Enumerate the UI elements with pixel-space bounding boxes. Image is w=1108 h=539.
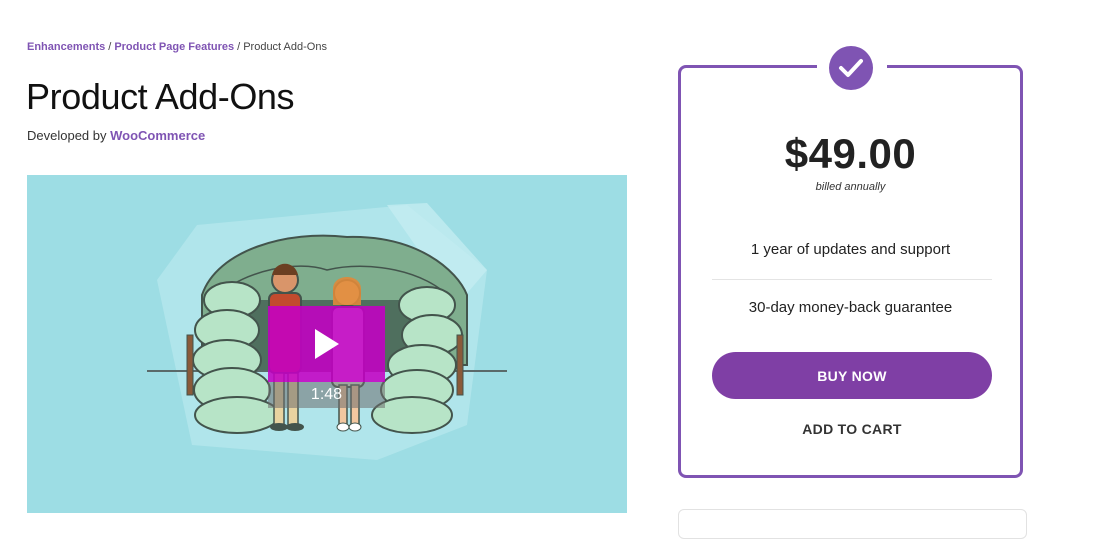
buy-now-button[interactable]: BUY NOW	[712, 352, 992, 399]
developer-line: Developed by WooCommerce	[27, 128, 205, 143]
breadcrumb: Enhancements / Product Page Features / Produ…	[27, 41, 327, 53]
video-duration: 1:48	[268, 382, 385, 408]
breadcrumb-current: Product Add-Ons	[243, 41, 327, 53]
feature-money-back: 30-day money-back guarantee	[748, 299, 953, 316]
price: $49.00	[784, 130, 917, 177]
play-button[interactable]	[268, 306, 385, 382]
developer-link[interactable]: WooCommerce	[110, 128, 205, 143]
pricing-card	[678, 65, 1023, 478]
breadcrumb-link-product-page-features[interactable]: Product Page Features	[114, 41, 234, 53]
billing-period: billed annually	[815, 181, 886, 193]
play-icon	[314, 329, 339, 359]
checkmark-icon	[839, 59, 863, 77]
checkmark-badge	[817, 46, 887, 90]
feature-divider	[712, 279, 992, 280]
product-video[interactable]: 1:48	[27, 175, 627, 513]
secondary-card	[678, 509, 1027, 539]
breadcrumb-separator: /	[108, 41, 112, 53]
page-title: Product Add-Ons	[26, 76, 295, 117]
add-to-cart-button[interactable]: ADD TO CART	[712, 421, 992, 437]
checkmark-badge-circle	[829, 46, 873, 90]
breadcrumb-separator: /	[237, 41, 241, 53]
developed-by-label: Developed by	[27, 128, 107, 143]
feature-updates-support: 1 year of updates and support	[750, 241, 951, 258]
breadcrumb-link-enhancements[interactable]: Enhancements	[27, 41, 105, 53]
